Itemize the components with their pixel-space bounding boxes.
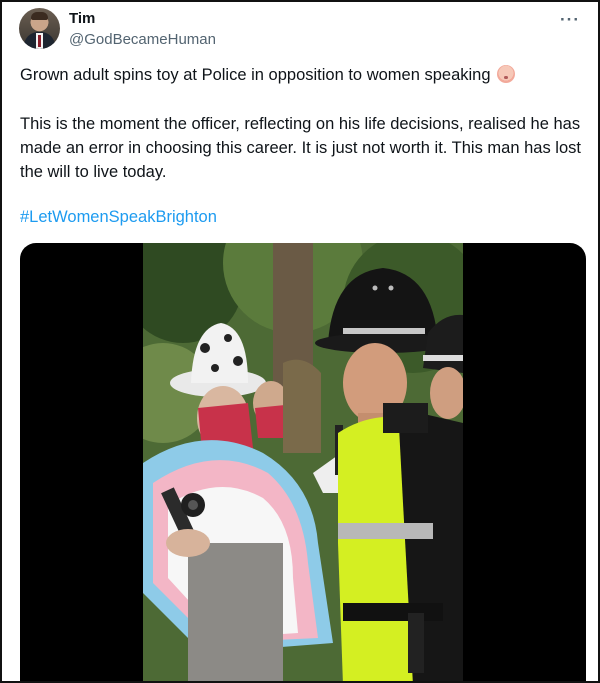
tweet-text-sentence: Grown adult spins toy at Police in oppos…: [20, 66, 491, 84]
video-frame[interactable]: [143, 243, 463, 681]
tweet-text-line1: Grown adult spins toy at Police in oppos…: [20, 63, 585, 87]
more-icon[interactable]: ···: [560, 10, 580, 30]
hashtag-link[interactable]: #LetWomenSpeakBrighton: [20, 208, 217, 227]
display-name[interactable]: Tim: [69, 10, 95, 27]
tweet-text-paragraph: This is the moment the officer, reflecti…: [20, 115, 581, 181]
tweet-video[interactable]: [20, 243, 586, 681]
avatar[interactable]: [19, 8, 60, 49]
user-handle[interactable]: @GodBecameHuman: [69, 31, 216, 48]
tweet-card: Tim @GodBecameHuman ··· Grown adult spin…: [0, 0, 600, 683]
baby-face-emoji-icon: [497, 65, 516, 83]
video-scene-image: [143, 243, 463, 681]
